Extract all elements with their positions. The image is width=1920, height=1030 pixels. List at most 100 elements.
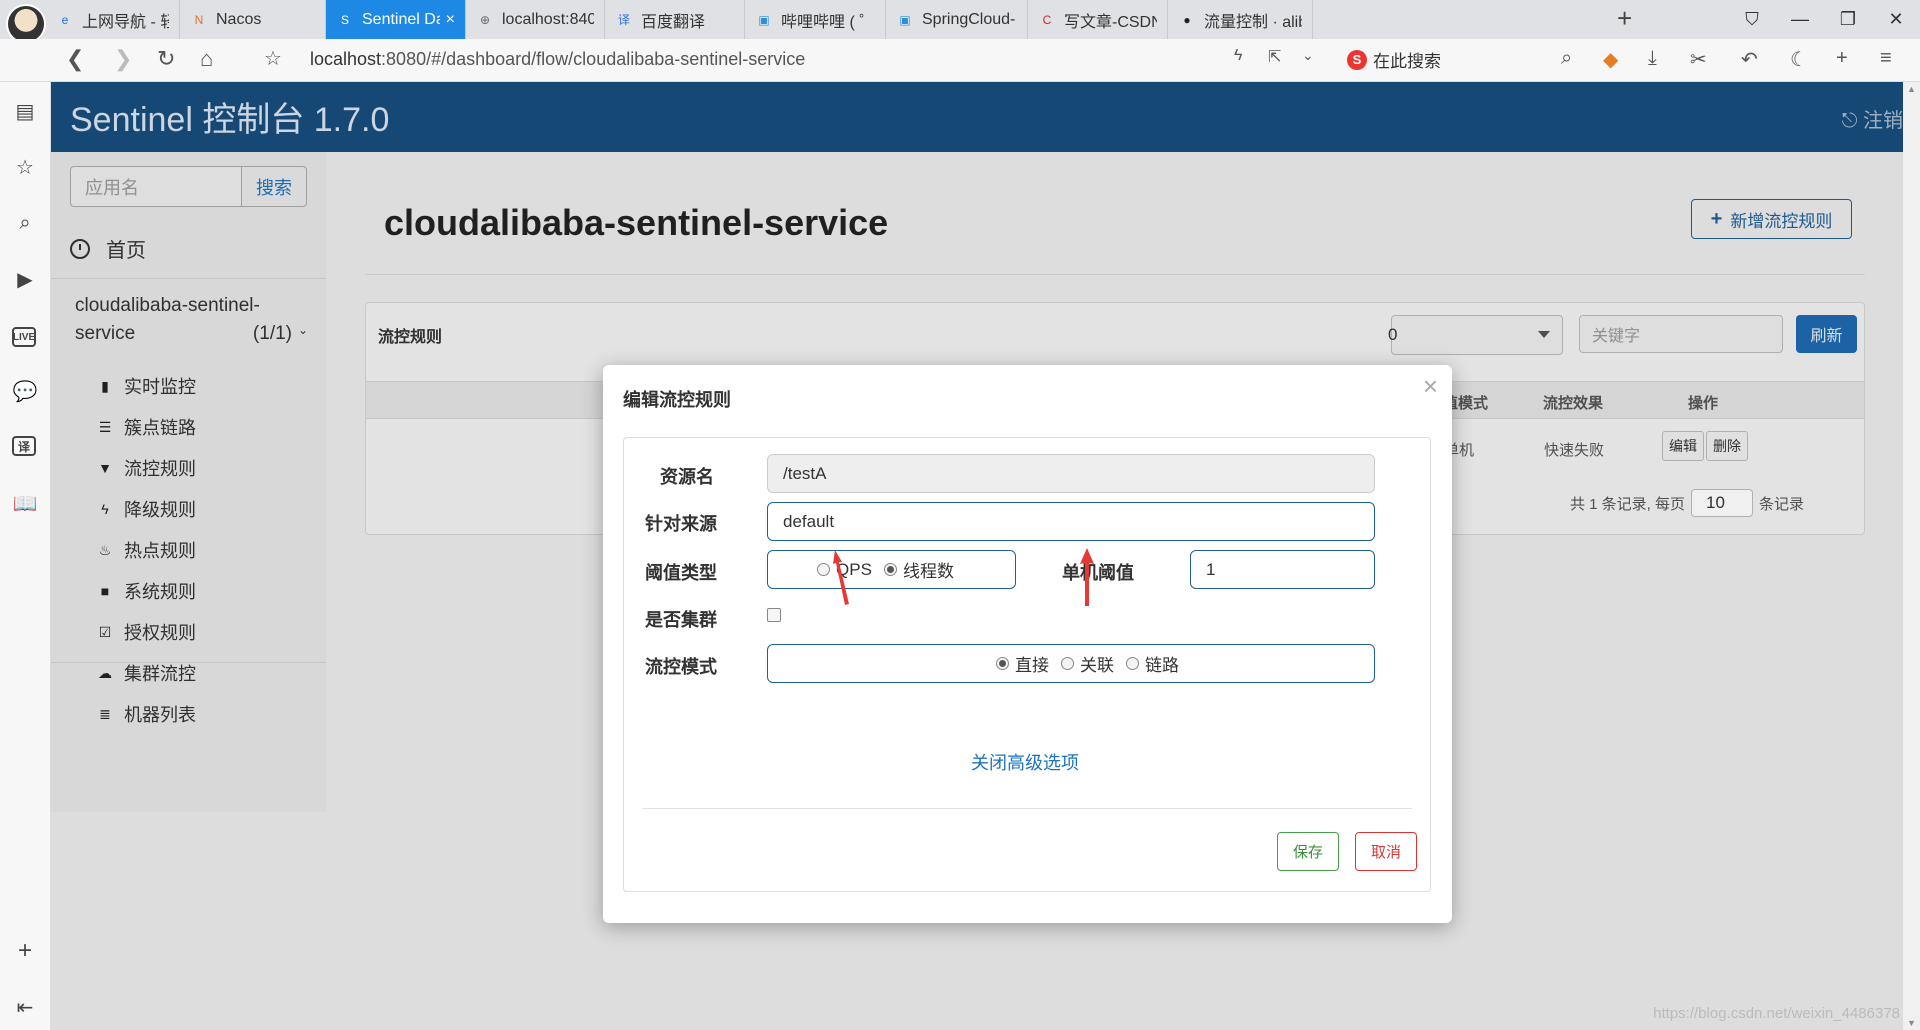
minimize-button[interactable]: —	[1776, 0, 1824, 39]
restore-button[interactable]: ❐	[1824, 0, 1872, 39]
threshold-type-group: QPS 线程数	[767, 550, 1016, 589]
tab-favicon-icon: S	[340, 12, 349, 27]
live-icon[interactable]: LIVE	[12, 327, 36, 347]
browser-tab[interactable]: e 上网导航 - 轻快上	[46, 0, 180, 39]
modal-title: 编辑流控规则	[623, 390, 731, 410]
sogou-search-icon: S	[1347, 49, 1367, 70]
tab-label: localhost:8401/t	[502, 10, 594, 28]
radio-direct[interactable]: 直接	[996, 651, 1049, 676]
new-tab-button[interactable]: +	[1617, 3, 1632, 34]
night-mode-icon[interactable]: ☾	[1790, 47, 1808, 72]
single-threshold-input[interactable]: 1	[1190, 550, 1375, 589]
browser-tab[interactable]: C 写文章-CSDN博	[1028, 0, 1168, 39]
threshold-type-label: 阈值类型	[645, 563, 717, 583]
origin-label: 针对来源	[645, 514, 717, 534]
flow-mode-group: 直接 关联 链路	[767, 644, 1375, 683]
tab-label: Nacos	[216, 10, 262, 28]
save-button[interactable]: 保存	[1277, 832, 1339, 871]
browser-tab[interactable]: ▣ 哔哩哔哩 ( ゜- ゜)	[745, 0, 886, 39]
lightning-icon[interactable]: ϟ	[1234, 47, 1242, 65]
browser-tab[interactable]: 译百度翻译	[605, 0, 745, 39]
rule-form: 资源名 /testA 针对来源 default 阈值类型 QPS 线程数 单机阈…	[623, 437, 1431, 892]
chevron-down-icon[interactable]: ⌄	[1302, 47, 1314, 64]
favorites-icon[interactable]: ☆	[12, 154, 38, 180]
cluster-checkbox[interactable]	[767, 608, 781, 622]
tab-favicon-icon: N	[194, 12, 204, 27]
radio-dot	[817, 563, 831, 576]
modal-divider	[642, 808, 1412, 809]
radio-dot	[1061, 657, 1074, 670]
browser-toolbar: ❮ ❯ ↻ ⌂ ☆ localhost:8080/#/dashboard/flo…	[0, 39, 1920, 82]
tab-label: 流量控制 · aliba	[1204, 13, 1302, 31]
watermark: https://blog.csdn.net/weixin_4486378	[1653, 1005, 1900, 1022]
edit-flow-rule-modal: 编辑流控规则 × 资源名 /testA 针对来源 default 阈值类型 QP…	[603, 365, 1452, 923]
forward-icon[interactable]: ❯	[114, 46, 132, 72]
tab-close-icon[interactable]: ×	[446, 11, 455, 29]
cancel-button[interactable]: 取消	[1355, 832, 1417, 871]
download-icon[interactable]: ⤓	[1648, 47, 1657, 70]
search-icon[interactable]: ⌕	[12, 210, 38, 236]
radio-chain-label: 链路	[1145, 656, 1179, 675]
flow-mode-label: 流控模式	[645, 657, 717, 677]
page-scrollbar[interactable]	[1903, 82, 1920, 1030]
tab-label: 哔哩哔哩 ( ゜- ゜)	[781, 13, 875, 31]
browser-tab[interactable]: S Sentinel Dashb ×	[326, 0, 466, 39]
origin-input[interactable]: default	[767, 502, 1375, 541]
search-icon[interactable]: ⌕	[1561, 47, 1572, 70]
tab-label: 百度翻译	[641, 13, 706, 31]
back-icon[interactable]: ❮	[66, 46, 84, 72]
tab-favicon-icon: 译	[617, 13, 630, 27]
tab-favicon-icon: ▣	[758, 12, 770, 27]
add-icon[interactable]: +	[1836, 47, 1848, 70]
radio-dot	[1126, 657, 1139, 670]
tab-label: 上网导航 - 轻快上	[82, 13, 169, 31]
browser-sidebar: ▤ ☆ ⌕ ▶ LIVE 💬 译 📖 + ⇤	[0, 82, 51, 1030]
collapse-sidebar-icon[interactable]: ⇤	[12, 994, 38, 1020]
radio-chain[interactable]: 链路	[1126, 651, 1179, 676]
cluster-label: 是否集群	[645, 610, 717, 630]
radio-dot	[883, 563, 897, 576]
add-icon[interactable]: +	[12, 937, 38, 964]
menu-icon[interactable]: ≡	[1880, 47, 1892, 70]
user-avatar[interactable]	[6, 4, 46, 44]
browser-tab-bar: e 上网导航 - 轻快上 N Nacos S Sentinel Dashb × ⊕ localh…	[0, 0, 1920, 44]
translate-icon[interactable]: 译	[12, 436, 36, 456]
shirt-icon[interactable]: ⛉	[1728, 0, 1776, 39]
browser-search-box[interactable]: S 在此搜索	[1347, 47, 1441, 72]
radio-relate-label: 关联	[1080, 656, 1114, 675]
single-threshold-label: 单机阈值	[1062, 563, 1134, 583]
address-bar[interactable]: localhost:8080/#/dashboard/flow/cloudali…	[310, 49, 805, 70]
tab-label: 写文章-CSDN博	[1064, 13, 1157, 31]
close-icon[interactable]: ×	[1423, 371, 1438, 402]
resource-label: 资源名	[660, 467, 714, 487]
resource-input[interactable]: /testA	[767, 454, 1375, 493]
video-icon[interactable]: ▶	[12, 266, 38, 292]
search-placeholder: 在此搜索	[1373, 52, 1441, 71]
share-icon[interactable]: ⇱	[1268, 47, 1281, 67]
browser-tab[interactable]: ● 流量控制 · aliba	[1168, 0, 1313, 39]
url-host: localhost	[310, 49, 382, 69]
radio-relate[interactable]: 关联	[1061, 651, 1114, 676]
chat-icon[interactable]: 💬	[12, 378, 38, 404]
tab-favicon-icon: C	[1042, 12, 1052, 27]
annotation-arrow-icon	[833, 550, 849, 605]
game-icon[interactable]: ◆	[1603, 47, 1618, 72]
browser-tab[interactable]: ⊕ localhost:8401/t	[466, 0, 605, 39]
url-path: :8080/#/dashboard/flow/cloudalibaba-sent…	[381, 49, 806, 69]
tab-favicon-icon: ▣	[899, 12, 911, 27]
radio-dot	[996, 657, 1009, 670]
undo-icon[interactable]: ↶	[1741, 47, 1758, 72]
tab-favicon-icon: ●	[1183, 12, 1191, 27]
home-icon[interactable]: ⌂	[200, 46, 213, 72]
close-window-button[interactable]: ✕	[1872, 0, 1920, 39]
bookmark-star-icon[interactable]: ☆	[264, 46, 282, 71]
browser-tab[interactable]: ▣ SpringCloud- Al	[886, 0, 1028, 39]
reload-icon[interactable]: ↻	[157, 46, 175, 72]
scissors-icon[interactable]: ✂	[1690, 47, 1707, 72]
advanced-options-toggle[interactable]: 关闭高级选项	[971, 749, 1079, 775]
radio-threads[interactable]: 线程数	[883, 557, 954, 582]
browser-tab[interactable]: N Nacos	[180, 0, 326, 39]
book-icon[interactable]: 📖	[12, 490, 38, 516]
radio-threads-label: 线程数	[902, 562, 954, 581]
news-icon[interactable]: ▤	[12, 98, 38, 124]
